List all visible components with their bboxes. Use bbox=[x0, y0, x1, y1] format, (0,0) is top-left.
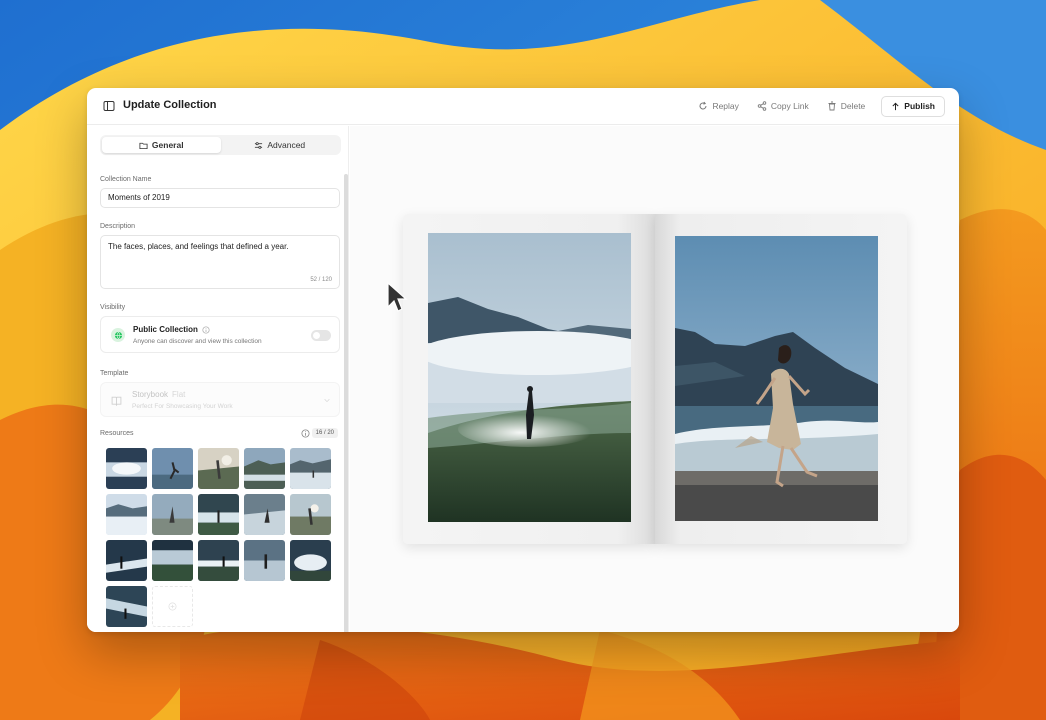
description-text: The faces, places, and feelings that def… bbox=[108, 242, 289, 251]
resources-count: 16 / 20 bbox=[311, 428, 338, 438]
publish-label: Publish bbox=[904, 101, 935, 111]
template-subtitle: Perfect For Showcasing Your Work bbox=[132, 403, 233, 410]
title-actions: Replay Copy Link Delete Publish bbox=[680, 95, 945, 117]
globe-icon bbox=[111, 328, 125, 342]
photo-beach-runner bbox=[675, 236, 878, 521]
chevron-down-icon bbox=[324, 398, 330, 403]
publish-button[interactable]: Publish bbox=[881, 95, 945, 117]
description-counter: 52 / 120 bbox=[310, 277, 332, 283]
resources-label: Resources bbox=[100, 430, 134, 437]
resource-thumbnail[interactable] bbox=[198, 494, 239, 535]
settings-tabs: General Advanced bbox=[100, 135, 341, 155]
tab-general[interactable]: General bbox=[102, 137, 221, 153]
collection-name-label: Collection Name bbox=[100, 176, 152, 183]
visibility-subtitle: Anyone can discover and view this collec… bbox=[133, 338, 262, 345]
plus-icon bbox=[168, 602, 177, 611]
resource-thumbnail[interactable] bbox=[198, 540, 239, 581]
description-label: Description bbox=[100, 223, 136, 230]
visibility-label: Visibility bbox=[100, 304, 126, 311]
folder-icon bbox=[139, 142, 148, 149]
resources-header: Resources 16 / 20 bbox=[100, 428, 340, 440]
preview-canvas bbox=[350, 126, 959, 632]
sliders-icon bbox=[255, 141, 263, 149]
resource-thumbnail[interactable] bbox=[106, 586, 147, 627]
delete-label: Delete bbox=[840, 101, 866, 111]
info-icon[interactable] bbox=[202, 325, 210, 334]
template-variant: Flat bbox=[172, 390, 186, 399]
resource-thumbnail[interactable] bbox=[152, 448, 193, 489]
description-textarea[interactable]: The faces, places, and feelings that def… bbox=[100, 235, 340, 289]
replay-button[interactable]: Replay bbox=[698, 95, 739, 117]
resource-thumbnail[interactable] bbox=[244, 540, 285, 581]
info-icon[interactable] bbox=[301, 429, 310, 438]
sidebar-toggle-icon[interactable] bbox=[103, 100, 115, 112]
tab-advanced[interactable]: Advanced bbox=[221, 137, 340, 153]
add-resource-slot[interactable] bbox=[152, 586, 193, 627]
visibility-title: Public Collection bbox=[133, 325, 198, 334]
app-window: Update Collection Replay Copy Link Delet… bbox=[87, 88, 959, 632]
window-title: Update Collection bbox=[123, 99, 217, 111]
title-bar: Update Collection Replay Copy Link Delet… bbox=[87, 88, 959, 125]
trash-icon bbox=[828, 101, 836, 111]
replay-icon bbox=[699, 101, 707, 110]
resource-thumbnail[interactable] bbox=[106, 494, 147, 535]
replay-label: Replay bbox=[712, 101, 739, 111]
tab-general-label: General bbox=[151, 140, 184, 150]
tab-advanced-label: Advanced bbox=[267, 140, 306, 150]
resource-thumbnail[interactable] bbox=[290, 448, 331, 489]
template-name: Storybook bbox=[132, 390, 169, 399]
mouse-cursor-icon bbox=[387, 281, 408, 312]
copy-link-button[interactable]: Copy Link bbox=[757, 95, 809, 117]
share-icon bbox=[757, 101, 767, 111]
resource-thumbnail[interactable] bbox=[290, 494, 331, 535]
resource-thumbnail[interactable] bbox=[152, 494, 193, 535]
visibility-title-row: Public Collection bbox=[133, 325, 210, 334]
panel-scrollbar[interactable] bbox=[344, 174, 348, 632]
template-title: Storybook Flat bbox=[132, 390, 185, 399]
resources-grid bbox=[106, 448, 336, 627]
template-select[interactable]: Storybook Flat Perfect For Showcasing You… bbox=[100, 382, 340, 417]
template-label: Template bbox=[100, 370, 129, 377]
settings-panel: General Advanced Collection Name Moments… bbox=[87, 126, 349, 632]
delete-button[interactable]: Delete bbox=[827, 95, 866, 117]
resource-thumbnail[interactable] bbox=[106, 448, 147, 489]
resource-thumbnail[interactable] bbox=[290, 540, 331, 581]
copy-link-label: Copy Link bbox=[770, 101, 809, 111]
photo-misty-valley bbox=[428, 233, 631, 522]
visibility-card: Public Collection Anyone can discover an… bbox=[100, 316, 340, 353]
storybook-preview bbox=[403, 214, 907, 544]
arrow-up-icon bbox=[892, 102, 899, 110]
book-icon bbox=[111, 396, 122, 406]
public-toggle[interactable] bbox=[311, 330, 331, 341]
resource-thumbnail[interactable] bbox=[152, 540, 193, 581]
resource-thumbnail[interactable] bbox=[244, 494, 285, 535]
resource-thumbnail[interactable] bbox=[198, 448, 239, 489]
resource-thumbnail[interactable] bbox=[106, 540, 147, 581]
resource-thumbnail[interactable] bbox=[244, 448, 285, 489]
collection-name-input[interactable]: Moments of 2019 bbox=[100, 188, 340, 208]
